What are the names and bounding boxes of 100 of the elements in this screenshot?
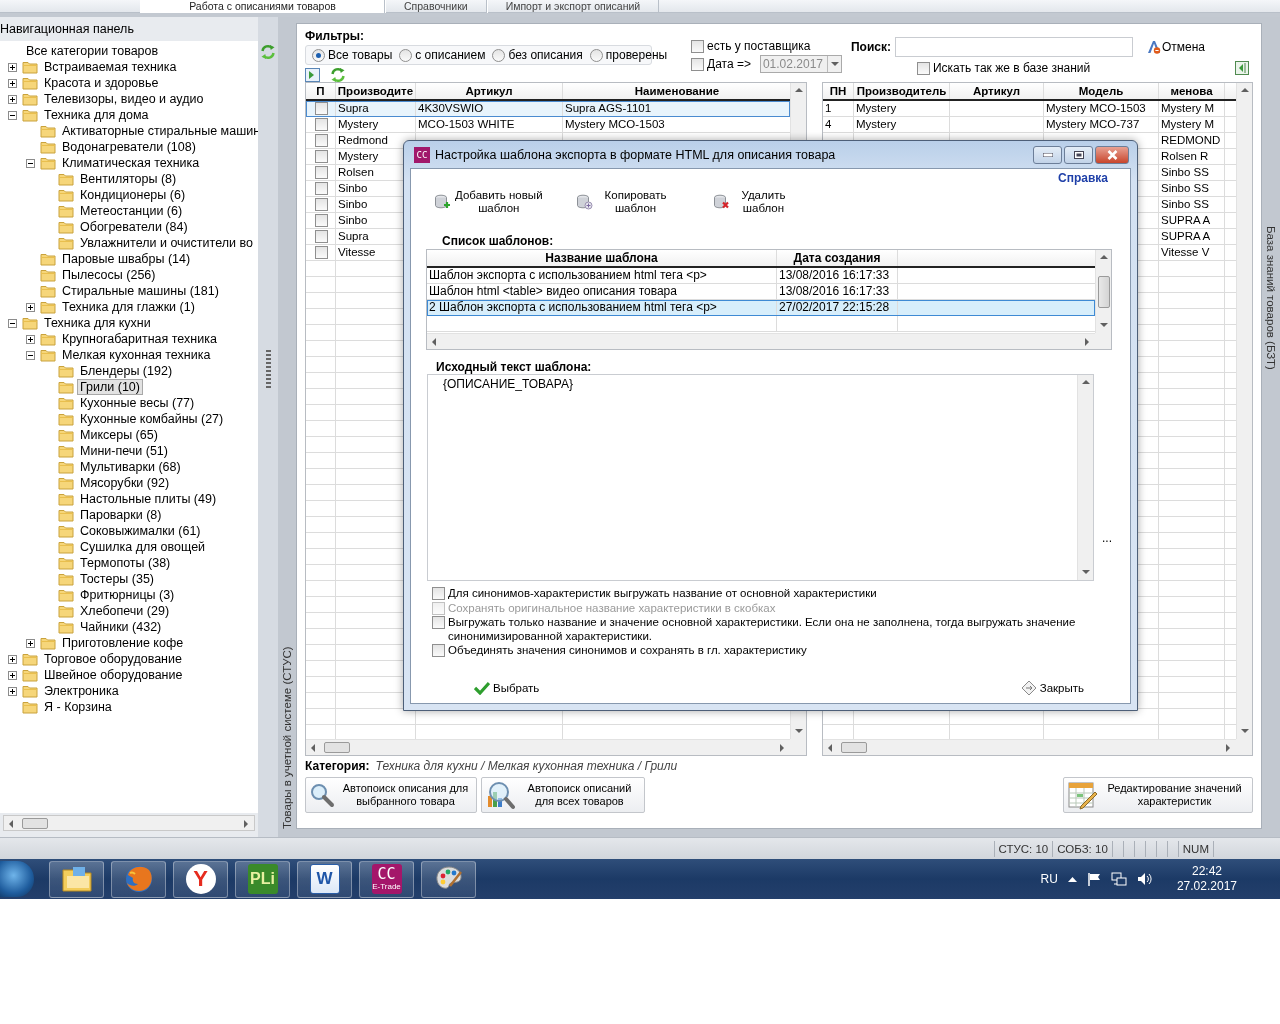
list-row[interactable]: 2 Шаблон экспорта с использованием html тега <p> 27/02/2017 22:15:28 [427, 300, 1095, 316]
tree-item[interactable]: Увлажнители и очистители во [77, 235, 256, 251]
side-tab[interactable]: Товары в учетной системе (СТУС) [278, 23, 296, 829]
toolbar-button[interactable]: Удалить шаблон [712, 187, 794, 217]
app-icon: CC [414, 146, 430, 163]
tree-item[interactable]: Я - Корзина [41, 699, 115, 715]
cancel-button[interactable]: Отмена [1146, 40, 1205, 54]
tree-item[interactable]: Кухонные весы (77) [77, 395, 198, 411]
table-cell: Mystery M [1161, 102, 1215, 114]
table-cell: Mystery MCO-1503 [1046, 102, 1146, 114]
column-header[interactable]: П [306, 83, 336, 99]
tree-item[interactable]: Сушилка для овощей [77, 539, 209, 555]
filters-label: Фильтры: [305, 29, 365, 43]
tree-item[interactable]: Блендеры (192) [77, 363, 176, 379]
window-title: Настройка шаблона экспорта в формате HTML для описания товара [435, 147, 836, 162]
column-header[interactable]: Название шаблона [427, 250, 777, 266]
action-button[interactable]: Автопоиск описания для выбранного товара [305, 777, 477, 813]
column-header[interactable]: ПН [823, 83, 854, 99]
language-indicator[interactable]: RU [1040, 872, 1058, 886]
taskbar-app[interactable]: W [297, 860, 352, 898]
table-cell: SUPRA A [1161, 230, 1211, 242]
app-logo: W [309, 864, 340, 894]
tree-item[interactable]: Телевизоры, видео и аудио [41, 91, 207, 107]
taskbar-app[interactable]: Y [173, 860, 228, 898]
checkbox-label: Дата => [707, 57, 751, 71]
tree-item[interactable]: Вентиляторы (8) [77, 171, 180, 187]
table-cell: Supra AGS-1101 [565, 102, 652, 114]
tree-item[interactable]: Термопоты (38) [77, 555, 174, 571]
help-link[interactable]: Справка [1058, 171, 1108, 185]
checkbox-label: есть у поставщика [707, 39, 811, 53]
more-button[interactable]: ... [1102, 531, 1112, 545]
checkbox-label: Для синонимов-характеристик выгружать название от основной характеристики [448, 587, 877, 601]
column-header[interactable]: Дата создания [777, 250, 898, 266]
tree-item[interactable]: Обогреватели (84) [77, 219, 191, 235]
side-tab[interactable]: База знаний товаров (БЗТ) [1262, 23, 1280, 829]
column-header[interactable]: Производитель [854, 83, 950, 99]
checkbox-label: Искать так же в базе знаний [932, 61, 1091, 75]
app-logo: PLi [247, 864, 278, 894]
list-row[interactable]: Шаблон экспорта с использованием html тега <p> 13/08/2016 16:17:33 [427, 268, 1095, 284]
tree-item[interactable]: Техника для глажки (1) [59, 299, 198, 315]
status-text: СТУС: 10 [993, 840, 1053, 857]
table-cell: 4 [825, 118, 832, 130]
table-cell: SUPRA A [1161, 214, 1211, 226]
tree-item[interactable]: Тостеры (35) [77, 571, 158, 587]
tree-item[interactable]: Стиральные машины (181) [59, 283, 222, 299]
taskbar-app[interactable]: CC E-Trade [359, 860, 414, 898]
category-path: Техника для кухни / Мелкая кухонная техника / Грили [375, 759, 678, 775]
template-editor[interactable]: {ОПИСАНИЕ_ТОВАРА} [427, 374, 1094, 581]
tab[interactable]: Работа с описаниями товаров [140, 0, 385, 13]
column-header[interactable]: Артикул [950, 83, 1044, 99]
tree-item[interactable]: Крупногабаритная техника [59, 331, 220, 347]
tree-item[interactable]: Швейное оборудование [41, 667, 186, 683]
tree-item[interactable]: Пароварки (8) [77, 507, 165, 523]
tree-item[interactable]: Мультиварки (68) [77, 459, 184, 475]
tree-item[interactable]: Все категории товаров [26, 44, 159, 58]
toolbar-button[interactable]: Добавить новый шаблон [434, 187, 543, 217]
tree-item[interactable]: Мясорубки (92) [77, 475, 173, 491]
tree-item[interactable]: Торговое оборудование [41, 651, 185, 667]
tree-item[interactable]: Мелкая кухонная техника [59, 347, 214, 363]
action-button[interactable]: Автопоиск описаний для всех товаров [481, 777, 645, 813]
table-cell: Sinbo [338, 182, 368, 194]
tree-item[interactable]: Кухонные комбайны (27) [77, 411, 227, 427]
tree-item[interactable]: Паровые швабры (14) [59, 251, 194, 267]
tree-item[interactable]: Встраиваемая техника [41, 59, 180, 75]
table-cell: Mystery [338, 118, 379, 130]
toolbar-button[interactable]: Копировать шаблон [575, 187, 675, 217]
select-button[interactable]: Выбрать [474, 679, 540, 696]
tree-item[interactable]: Красота и здоровье [41, 75, 162, 91]
tree-item[interactable]: Чайники (432) [77, 619, 165, 635]
tree-item[interactable]: Климатическая техника [59, 155, 203, 171]
table-cell: Redmond [338, 134, 388, 146]
tree-item[interactable]: Хлебопечи (29) [77, 603, 173, 619]
tree-item[interactable]: Приготовление кофе [59, 635, 187, 651]
tree-item[interactable]: Пылесосы (256) [59, 267, 159, 283]
close-dialog-button[interactable]: Закрыть [1020, 679, 1084, 696]
tree-item[interactable]: Соковыжималки (61) [77, 523, 204, 539]
app-logo: Y [185, 864, 216, 894]
table-cell: Mystery [338, 150, 379, 162]
tree-item[interactable]: Кондиционеры (6) [77, 187, 189, 203]
table-cell: Mystery MCO-1503 [565, 118, 665, 130]
tree-item[interactable]: Фритюрницы (3) [77, 587, 178, 603]
column-header[interactable]: Модель [1044, 83, 1159, 99]
column-header[interactable]: менова [1159, 83, 1225, 99]
tree-item[interactable]: Грили (10) [77, 379, 143, 395]
tree-item[interactable]: Настольные плиты (49) [77, 491, 220, 507]
status-text: СОБЗ: 10 [1052, 840, 1112, 857]
tree-item[interactable]: Миксеры (65) [77, 427, 161, 443]
tree-item[interactable]: Водонагреватели (108) [59, 139, 199, 155]
column-header[interactable]: Производите [336, 83, 416, 99]
tree-item[interactable]: Метеостанции (6) [77, 203, 186, 219]
taskbar-app[interactable]: PLi [235, 860, 290, 898]
action-button[interactable]: Редактирование значений характеристик [1063, 777, 1253, 813]
tree-item[interactable]: Техника для дома [41, 107, 152, 123]
table-cell: 4K30VSWIO [418, 102, 484, 114]
tree-item[interactable]: Мини-печи (51) [77, 443, 171, 459]
table-cell: Sinbo SS [1161, 166, 1209, 178]
column-header[interactable]: Артикул [416, 83, 563, 99]
tree-item[interactable]: Электроника [41, 683, 122, 699]
tree-item[interactable]: Техника для кухни [41, 315, 154, 331]
table-cell: Mystery M [1161, 118, 1215, 130]
